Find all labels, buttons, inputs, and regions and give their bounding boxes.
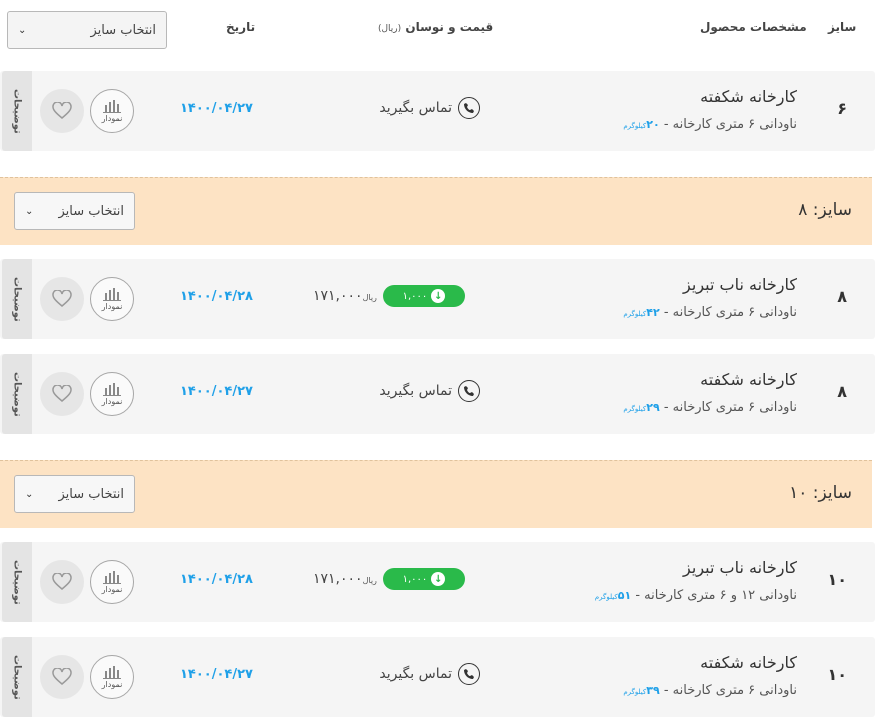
chart-button[interactable]: نمودار bbox=[90, 560, 134, 604]
call-button[interactable]: تماس بگیرید bbox=[379, 97, 480, 119]
header-specs: مشخصات محصول bbox=[700, 20, 807, 34]
group-size-select[interactable]: انتخاب سایز ⌄ bbox=[14, 192, 135, 230]
table-row: توضیحات نمودار ۱۴۰۰/۰۴/۲۸ ریال۱۷۱,۰۰۰ ↓ … bbox=[0, 542, 875, 622]
table-row: توضیحات نمودار ۱۴۰۰/۰۴/۲۸ ریال۱۷۱,۰۰۰ ↓ … bbox=[0, 259, 875, 339]
chevron-down-icon: ⌄ bbox=[25, 488, 34, 500]
price-change-badge: ↓ ۱,۰۰۰ bbox=[382, 285, 465, 307]
favorite-button[interactable] bbox=[40, 277, 84, 321]
group-size-select[interactable]: انتخاب سایز ⌄ bbox=[14, 475, 135, 513]
description-tab[interactable]: توضیحات bbox=[2, 259, 32, 339]
group-size-select-label: انتخاب سایز bbox=[58, 203, 124, 219]
heart-icon bbox=[52, 573, 72, 590]
call-button[interactable]: تماس بگیرید bbox=[379, 663, 480, 685]
favorite-button[interactable] bbox=[40, 655, 84, 699]
product-name[interactable]: کارخانه ناب تبریز bbox=[683, 275, 797, 294]
size-value: ۱۰ bbox=[827, 665, 847, 684]
product-name[interactable]: کارخانه ناب تبریز bbox=[683, 558, 797, 577]
header-price: قیمت و نوسان (ریال) bbox=[378, 20, 493, 34]
description-tab[interactable]: توضیحات bbox=[2, 542, 32, 622]
bar-chart-icon bbox=[103, 383, 121, 396]
product-spec: ناودانی ۱۲ و ۶ متری کارخانه - ۵۱کیلوگرم bbox=[594, 588, 797, 603]
bar-chart-icon bbox=[103, 571, 121, 584]
favorite-button[interactable] bbox=[40, 560, 84, 604]
price-value: ریال۱۷۱,۰۰۰ bbox=[313, 571, 377, 587]
date: ۱۴۰۰/۰۴/۲۸ bbox=[180, 289, 253, 304]
call-label: تماس بگیرید bbox=[379, 666, 452, 682]
description-tab[interactable]: توضیحات bbox=[2, 637, 32, 717]
favorite-button[interactable] bbox=[40, 89, 84, 133]
date: ۱۴۰۰/۰۴/۲۸ bbox=[180, 572, 253, 587]
size-group-bar: سایز: ۸ انتخاب سایز ⌄ bbox=[0, 177, 872, 245]
size-group-bar: سایز: ۱۰ انتخاب سایز ⌄ bbox=[0, 460, 872, 528]
phone-icon bbox=[458, 380, 480, 402]
chart-label: نمودار bbox=[101, 114, 123, 123]
heart-icon bbox=[52, 668, 72, 685]
chart-label: نمودار bbox=[101, 302, 123, 311]
product-spec: ناودانی ۶ متری کارخانه - ۳۹کیلوگرم bbox=[623, 683, 797, 698]
size-group-title: سایز: ۱۰ bbox=[789, 483, 852, 503]
call-label: تماس بگیرید bbox=[379, 383, 452, 399]
table-row: توضیحات نمودار ۱۴۰۰/۰۴/۲۷ تماس بگیرید کا… bbox=[0, 354, 875, 434]
date: ۱۴۰۰/۰۴/۲۷ bbox=[180, 101, 253, 116]
size-value: ۸ bbox=[837, 382, 847, 401]
bar-chart-icon bbox=[103, 666, 121, 679]
chart-button[interactable]: نمودار bbox=[90, 655, 134, 699]
phone-icon bbox=[458, 97, 480, 119]
chart-label: نمودار bbox=[101, 680, 123, 689]
date: ۱۴۰۰/۰۴/۲۷ bbox=[180, 667, 253, 682]
size-value: ۶ bbox=[837, 99, 847, 118]
chart-button[interactable]: نمودار bbox=[90, 372, 134, 416]
product-spec: ناودانی ۶ متری کارخانه - ۴۲کیلوگرم bbox=[623, 305, 797, 320]
heart-icon bbox=[52, 385, 72, 402]
favorite-button[interactable] bbox=[40, 372, 84, 416]
price-block: ریال۱۷۱,۰۰۰ ↓ ۱,۰۰۰ bbox=[313, 285, 465, 307]
call-label: تماس بگیرید bbox=[379, 100, 452, 116]
chevron-down-icon: ⌄ bbox=[18, 24, 27, 36]
chart-label: نمودار bbox=[101, 397, 123, 406]
product-name[interactable]: کارخانه شکفته bbox=[700, 370, 797, 389]
size-value: ۸ bbox=[837, 287, 847, 306]
chart-button[interactable]: نمودار bbox=[90, 277, 134, 321]
product-spec: ناودانی ۶ متری کارخانه - ۲۰کیلوگرم bbox=[623, 117, 797, 132]
date: ۱۴۰۰/۰۴/۲۷ bbox=[180, 384, 253, 399]
header-price-label: قیمت و نوسان bbox=[405, 20, 494, 34]
size-group-title: سایز: ۸ bbox=[798, 200, 852, 220]
table-row: توضیحات نمودار ۱۴۰۰/۰۴/۲۷ تماس بگیرید کا… bbox=[0, 637, 875, 717]
price-block: ریال۱۷۱,۰۰۰ ↓ ۱,۰۰۰ bbox=[313, 568, 465, 590]
bar-chart-icon bbox=[103, 100, 121, 113]
chevron-down-icon: ⌄ bbox=[25, 205, 34, 217]
description-tab[interactable]: توضیحات bbox=[2, 354, 32, 434]
header-size: سایز bbox=[828, 20, 857, 34]
arrow-down-icon: ↓ bbox=[431, 572, 446, 586]
table-header: انتخاب سایز ⌄ تاریخ قیمت و نوسان (ریال) … bbox=[0, 0, 875, 60]
description-tab[interactable]: توضیحات bbox=[2, 71, 32, 151]
header-price-unit: (ریال) bbox=[378, 24, 402, 34]
heart-icon bbox=[52, 102, 72, 119]
table-row: توضیحات نمودار ۱۴۰۰/۰۴/۲۷ تماس بگیرید کا… bbox=[0, 71, 875, 151]
call-button[interactable]: تماس بگیرید bbox=[379, 380, 480, 402]
product-spec: ناودانی ۶ متری کارخانه - ۲۹کیلوگرم bbox=[623, 400, 797, 415]
bar-chart-icon bbox=[103, 288, 121, 301]
arrow-down-icon: ↓ bbox=[431, 289, 446, 303]
header-date: تاریخ bbox=[226, 20, 256, 34]
group-size-select-label: انتخاب سایز bbox=[58, 486, 124, 502]
price-value: ریال۱۷۱,۰۰۰ bbox=[313, 288, 377, 304]
size-select-label: انتخاب سایز bbox=[90, 22, 156, 38]
chart-label: نمودار bbox=[101, 585, 123, 594]
phone-icon bbox=[458, 663, 480, 685]
size-select[interactable]: انتخاب سایز ⌄ bbox=[7, 11, 167, 49]
heart-icon bbox=[52, 290, 72, 307]
product-name[interactable]: کارخانه شکفته bbox=[700, 653, 797, 672]
product-name[interactable]: کارخانه شکفته bbox=[700, 87, 797, 106]
chart-button[interactable]: نمودار bbox=[90, 89, 134, 133]
size-value: ۱۰ bbox=[827, 570, 847, 589]
price-change-badge: ↓ ۱,۰۰۰ bbox=[382, 568, 465, 590]
